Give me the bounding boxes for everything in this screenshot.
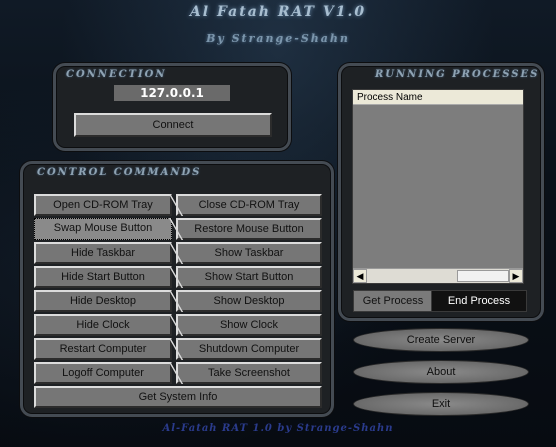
column-header-process-name[interactable]: Process Name	[353, 90, 523, 105]
running-processes-panel: Running Processes Process Name ◀ ▶ Get P…	[338, 63, 544, 321]
show-taskbar-button[interactable]: Show Taskbar	[176, 242, 322, 264]
end-process-button[interactable]: End Process	[431, 290, 527, 312]
show-desktop-button[interactable]: Show Desktop	[176, 290, 322, 312]
restart-computer-button[interactable]: Restart Computer	[34, 338, 172, 360]
connection-title: Connection	[66, 69, 167, 80]
control-commands-panel: Control Commands Open CD-ROM Tray Close …	[20, 161, 334, 417]
get-system-info-button[interactable]: Get System Info	[34, 386, 322, 408]
about-button[interactable]: About	[353, 360, 529, 384]
command-row: Hide Taskbar Show Taskbar	[34, 242, 322, 264]
scroll-right-icon[interactable]: ▶	[509, 269, 523, 283]
control-commands-title: Control Commands	[37, 167, 202, 178]
command-row: Swap Mouse Button Restore Mouse Button	[34, 218, 322, 240]
command-row: Hide Start Button Show Start Button	[34, 266, 322, 288]
hide-clock-button[interactable]: Hide Clock	[34, 314, 172, 336]
command-row: Hide Clock Show Clock	[34, 314, 322, 336]
shutdown-computer-button[interactable]: Shutdown Computer	[176, 338, 322, 360]
connection-panel: Connection 127.0.0.1 Connect	[53, 63, 291, 151]
scroll-left-icon[interactable]: ◀	[353, 269, 367, 283]
open-cdrom-button[interactable]: Open CD-ROM Tray	[34, 194, 172, 216]
scrollbar-thumb[interactable]	[457, 270, 509, 282]
show-start-button[interactable]: Show Start Button	[176, 266, 322, 288]
process-list[interactable]: Process Name ◀ ▶	[352, 89, 524, 284]
footer-credit: Al-Fatah RAT 1.0 by Strange-Shahn	[162, 423, 394, 434]
connect-button[interactable]: Connect	[74, 113, 272, 137]
window-title: Al Fatah RAT V1.0	[189, 4, 367, 20]
command-row: Hide Desktop Show Desktop	[34, 290, 322, 312]
command-row: Restart Computer Shutdown Computer	[34, 338, 322, 360]
get-process-button[interactable]: Get Process	[353, 290, 433, 312]
take-screenshot-button[interactable]: Take Screenshot	[176, 362, 322, 384]
horizontal-scrollbar[interactable]: ◀ ▶	[353, 268, 523, 283]
exit-button[interactable]: Exit	[353, 392, 529, 416]
restore-mouse-button[interactable]: Restore Mouse Button	[176, 218, 322, 240]
logoff-computer-button[interactable]: Logoff Computer	[34, 362, 172, 384]
show-clock-button[interactable]: Show Clock	[176, 314, 322, 336]
swap-mouse-button[interactable]: Swap Mouse Button	[34, 218, 172, 240]
window-subtitle: By Strange-Shahn	[206, 32, 350, 45]
command-row: Open CD-ROM Tray Close CD-ROM Tray	[34, 194, 322, 216]
command-row: Logoff Computer Take Screenshot	[34, 362, 322, 384]
close-cdrom-button[interactable]: Close CD-ROM Tray	[176, 194, 322, 216]
hide-start-button[interactable]: Hide Start Button	[34, 266, 172, 288]
hide-desktop-button[interactable]: Hide Desktop	[34, 290, 172, 312]
hide-taskbar-button[interactable]: Hide Taskbar	[34, 242, 172, 264]
ip-address-field[interactable]: 127.0.0.1	[114, 85, 230, 101]
running-processes-title: Running Processes	[375, 69, 540, 80]
create-server-button[interactable]: Create Server	[353, 328, 529, 352]
